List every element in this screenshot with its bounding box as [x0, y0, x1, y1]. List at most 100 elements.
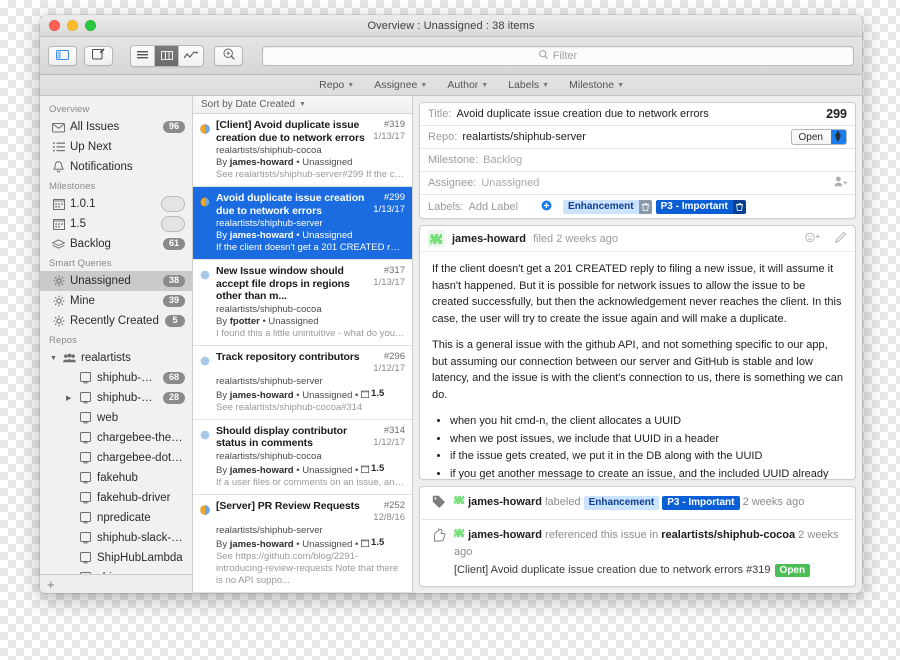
issue-snippet: If a user files or comments on an issue,… [216, 476, 405, 488]
field-repo-row[interactable]: Repo: realartists/shiphub-server Open ▲ ▼ [420, 126, 855, 149]
view-mode-columns[interactable] [155, 45, 179, 66]
issue-byline: By fpotter • Unassigned [216, 315, 319, 327]
add-button[interactable]: + [47, 577, 55, 592]
sidebar-item-realartists[interactable]: ▼ realartists [40, 348, 192, 368]
filter-author-label: Author [447, 79, 479, 91]
sidebar-item-shiphub-server[interactable]: ▶ shiphub-server 28 [40, 388, 192, 408]
view-mode-chart[interactable] [179, 45, 203, 66]
issue-list-item[interactable]: Should display contributor status in com… [193, 420, 412, 495]
issue-byline: By james-howard • Unassigned • 1.5 [216, 462, 385, 476]
sidebar-item-shiphub-cocoa[interactable]: shiphub-cocoa 68 [40, 368, 192, 388]
sidebar-item-web[interactable]: web [40, 408, 192, 428]
assignee-value[interactable]: Unassigned [481, 177, 829, 189]
sidebar-item-shiphublambda[interactable]: ShipHubLambda [40, 548, 192, 568]
event-actor[interactable]: james-howard [468, 529, 542, 541]
filter-input[interactable]: Filter [262, 45, 854, 66]
sidebar-toggle-button[interactable] [48, 45, 77, 66]
event-actor[interactable]: james-howard [468, 496, 542, 508]
issue-date: 1/13/17 [373, 131, 405, 142]
repo-icon [79, 532, 92, 545]
sidebar-item-shiphub-slack-bot[interactable]: shiphub-slack-bot [40, 528, 192, 548]
search-scope-button[interactable] [214, 45, 243, 66]
issue-list-item[interactable]: Track repository contributors #296 1/12/17… [193, 346, 412, 420]
sidebar-item-label: ShipHubLambda [97, 552, 183, 564]
disclosure-triangle-icon[interactable]: ▼ [50, 355, 58, 362]
sidebar-item-1-0-1[interactable]: 1.0.1 00 [40, 194, 192, 214]
sidebar-scroll-area[interactable]: Overview All Issues 96 Up Next Notifications… [40, 96, 192, 574]
main-toolbar: Filter [40, 37, 862, 75]
filter-repo[interactable]: Repo ▼ [319, 79, 354, 91]
view-mode-segmented-control[interactable] [130, 44, 204, 67]
field-assignee-row[interactable]: Assignee: Unassigned [420, 172, 855, 195]
event-subtitle[interactable]: [Client] Avoid duplicate issue creation … [454, 562, 847, 579]
sidebar-item-fakehub[interactable]: fakehub [40, 468, 192, 488]
sidebar-item-mine[interactable]: Mine 39 [40, 291, 192, 311]
sidebar-item-label: fakehub [97, 472, 138, 484]
sidebar-item-fakehub-driver[interactable]: fakehub-driver [40, 488, 192, 508]
issue-repo: realartists/shiphub-server [216, 524, 323, 536]
issue-title: New Issue window should accept file drop… [216, 265, 350, 302]
filter-author[interactable]: Author ▼ [447, 79, 488, 91]
issue-list-item[interactable]: "Nibble" at Issue Comments#24212/3/16rea… [193, 593, 412, 594]
sidebar-section-header: Milestones [49, 181, 96, 192]
issue-fields-card: Title: Avoid duplicate issue creation du… [419, 102, 856, 219]
issue-list[interactable]: [Client] Avoid duplicate issue creation … [193, 114, 412, 593]
sort-bar[interactable]: Sort by Date Created ▼ [193, 96, 412, 114]
issue-snippet: See realartists/shiphub-server#299 If th… [216, 169, 405, 180]
field-title-row[interactable]: Title: Avoid duplicate issue creation du… [420, 103, 855, 126]
add-label-placeholder[interactable]: Add Label [468, 201, 518, 213]
trash-icon[interactable] [732, 199, 746, 214]
sidebar-item-up-next[interactable]: Up Next [40, 137, 192, 157]
assignee-label: Assignee: [428, 177, 477, 189]
filter-assignee[interactable]: Assignee ▼ [374, 79, 427, 91]
issue-title: Should display contributor status in com… [216, 424, 347, 450]
stepper-icon[interactable]: ▲ ▼ [831, 130, 846, 144]
sidebar-item-label: Backlog [70, 238, 111, 250]
sidebar-item-npredicate[interactable]: npredicate [40, 508, 192, 528]
event-label-chip[interactable]: P3 - Important [662, 496, 740, 510]
plus-circle-icon[interactable] [541, 200, 552, 214]
field-milestone-row[interactable]: Milestone: Backlog [420, 149, 855, 172]
repo-value[interactable]: realartists/shiphub-server [462, 131, 785, 143]
sidebar-item-chargebee-theme[interactable]: chargebee-theme [40, 428, 192, 448]
filter-labels[interactable]: Labels ▼ [508, 79, 549, 91]
issue-list-item[interactable]: New Issue window should accept file drop… [193, 260, 412, 346]
issue-status-icon [200, 425, 211, 489]
comment-author[interactable]: james-howard [452, 233, 526, 245]
sidebar-item-all-issues[interactable]: All Issues 96 [40, 117, 192, 137]
issue-label-chip[interactable]: P3 - Important [655, 199, 746, 214]
event-text: james-howard labeled Enhancement P3 - Im… [453, 494, 847, 511]
issue-repo: realartists/shiphub-server [216, 218, 323, 229]
filter-milestone[interactable]: Milestone ▼ [569, 79, 624, 91]
filter-placeholder-text: Filter [552, 49, 578, 62]
pencil-icon[interactable] [835, 231, 847, 246]
sidebar-item-1-5[interactable]: 1.5 00 [40, 214, 192, 234]
sidebar-item-unassigned[interactable]: Unassigned 38 [40, 271, 192, 291]
sidebar-item-backlog[interactable]: Backlog 61 [40, 234, 192, 254]
trash-icon[interactable] [638, 199, 652, 214]
issue-repo: realartists/shiphub-cocoa [216, 303, 322, 315]
milestone-value[interactable]: Backlog [483, 154, 847, 166]
issue-list-item[interactable]: [Client] Avoid duplicate issue creation … [193, 114, 412, 187]
issue-repo: realartists/shiphub-server [216, 375, 323, 387]
event-label-text: P3 - Important [667, 497, 735, 508]
issue-list-item[interactable]: Avoid duplicate issue creation due to ne… [193, 187, 412, 260]
sidebar-item-notifications[interactable]: Notifications [40, 157, 192, 177]
state-popup[interactable]: Open ▲ ▼ [790, 129, 847, 145]
issue-title: [Server] PR Review Requests [216, 499, 360, 512]
sidebar-item-recently-created[interactable]: Recently Created 5 [40, 311, 192, 331]
sidebar-item-chargebee-dotnet[interactable]: chargebee-dotnet [40, 448, 192, 468]
issue-label-chip[interactable]: Enhancement [563, 199, 652, 214]
new-issue-button[interactable] [84, 45, 113, 66]
field-labels-row[interactable]: Labels: Add Label Enhancement P3 - Import… [420, 195, 855, 218]
event-target[interactable]: realartists/shiphub-cocoa [661, 529, 795, 541]
filter-milestone-label: Milestone [569, 79, 615, 91]
title-value[interactable]: Avoid duplicate issue creation due to ne… [456, 108, 821, 120]
view-mode-list[interactable] [131, 45, 155, 66]
issue-list-item[interactable]: [Server] PR Review Requests #252 12/8/16 re… [193, 495, 412, 593]
disclosure-triangle-icon[interactable]: ▶ [66, 394, 74, 402]
add-reaction-icon[interactable] [805, 232, 820, 246]
add-person-icon[interactable] [834, 176, 847, 190]
event-label-chip[interactable]: Enhancement [583, 496, 660, 510]
issue-byline: By james-howard • Unassigned [216, 230, 353, 241]
